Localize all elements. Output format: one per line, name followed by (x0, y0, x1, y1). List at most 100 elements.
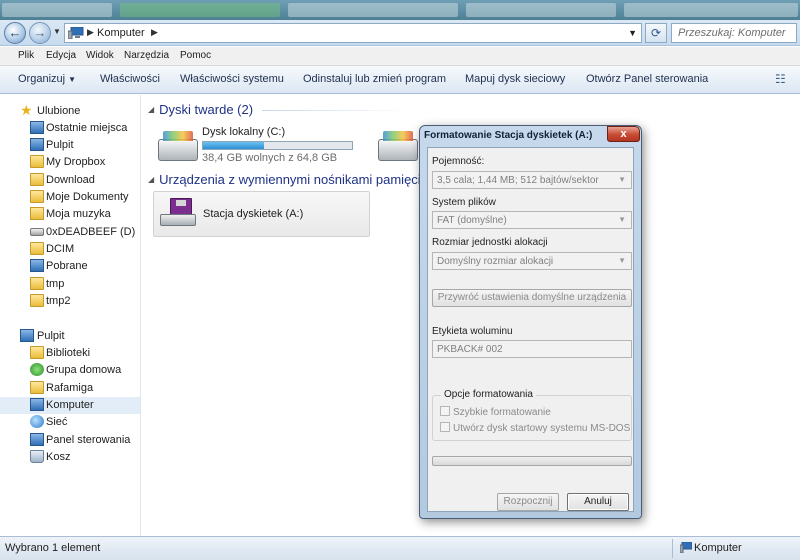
downloads-icon (30, 259, 44, 272)
filesystem-label: System plików (432, 197, 496, 208)
format-options-legend: Opcje formatowania (441, 389, 536, 400)
nav-tmp2[interactable]: tmp2 (0, 293, 140, 310)
nav-label: 0xDEADBEEF (D) (46, 226, 136, 238)
allocation-label: Rozmiar jednostki alokacji (432, 237, 548, 248)
nav-favorites[interactable]: ★ Ulubione (0, 103, 140, 120)
dropbox-folder-icon (30, 155, 44, 168)
nav-control-panel[interactable]: Panel sterowania (0, 432, 140, 449)
cancel-button[interactable]: Anuluj (567, 493, 629, 511)
group-divider (262, 110, 412, 111)
nav-homegroup[interactable]: Grupa domowa (0, 362, 140, 379)
breadcrumb-separator-icon[interactable]: ▶ (87, 27, 94, 38)
background-window-tab (2, 3, 112, 17)
nav-desktop-fav[interactable]: Pulpit (0, 137, 140, 154)
quick-format-checkbox[interactable]: Szybkie formatowanie (440, 406, 551, 418)
msdos-startup-checkbox[interactable]: Utwórz dysk startowy systemu MS-DOS (440, 422, 630, 434)
nav-label: Ostatnie miejsca (46, 122, 128, 134)
nav-label: Grupa domowa (46, 364, 122, 376)
nav-user-rafamiga[interactable]: Rafamiga (0, 380, 140, 397)
menu-tools[interactable]: Narzędzia (124, 50, 169, 61)
menu-bar: Plik Edycja Widok Narzędzia Pomoc (0, 47, 800, 66)
close-icon: x (620, 128, 627, 140)
nav-dcim[interactable]: DCIM (0, 241, 140, 258)
checkbox-label: Utwórz dysk startowy systemu MS-DOS (453, 423, 631, 434)
menu-help[interactable]: Pomoc (180, 50, 211, 61)
nav-my-music[interactable]: Moja muzyka (0, 206, 140, 223)
back-button[interactable]: ← (4, 22, 26, 44)
nav-desktop[interactable]: Pulpit (0, 328, 140, 345)
floppy-drive-a[interactable]: Stacja dyskietek (A:) (153, 191, 370, 237)
nav-label: tmp2 (46, 295, 71, 307)
address-bar[interactable]: ▶ Komputer ▶ ▼ (64, 23, 642, 43)
nav-drive-d[interactable]: 0xDEADBEEF (D) (0, 224, 140, 241)
background-window-tab (466, 3, 616, 17)
nav-label: DCIM (46, 243, 75, 255)
nav-download[interactable]: Download (0, 172, 140, 189)
drive-usage-fill (203, 142, 265, 149)
restore-defaults-button[interactable]: Przywróć ustawienia domyślne urządzenia (432, 289, 632, 307)
local-disk-c[interactable]: Dysk lokalny (C:) 38,4 GB wolnych z 64,8… (156, 123, 356, 167)
map-network-drive-button[interactable]: Mapuj dysk sieciowy (465, 73, 565, 85)
refresh-button[interactable]: ⟳ (645, 23, 667, 43)
checkbox-box (440, 406, 450, 416)
nav-recent-places[interactable]: Ostatnie miejsca (0, 120, 140, 137)
nav-tmp[interactable]: tmp (0, 276, 140, 293)
nav-label: Komputer (46, 399, 94, 411)
folder-icon (30, 242, 44, 255)
nav-recycle-bin[interactable]: Kosz (0, 449, 140, 466)
recent-places-icon (30, 121, 44, 134)
nav-label: Biblioteki (46, 347, 91, 359)
search-input[interactable]: Przeszukaj: Komputer (671, 23, 797, 43)
capacity-value: 3,5 cala; 1,44 MB; 512 bajtów/sektor (437, 175, 599, 186)
nav-computer[interactable]: Komputer (0, 397, 140, 414)
views-button[interactable]: ☷ (775, 72, 795, 88)
folder-icon (30, 277, 44, 290)
allocation-value: Domyślny rozmiar alokacji (437, 256, 554, 267)
nav-label: Pobrane (46, 260, 88, 272)
close-button[interactable]: x (607, 126, 640, 142)
open-control-panel-button[interactable]: Otwórz Panel sterowania (586, 73, 708, 85)
dialog-title: Formatowanie Stacja dyskietek (A:) (424, 130, 593, 141)
address-dropdown-icon[interactable]: ▼ (628, 28, 637, 38)
forward-button[interactable]: → (29, 22, 51, 44)
background-taskbar (0, 0, 800, 20)
dialog-body: Pojemność: 3,5 cala; 1,44 MB; 512 bajtów… (427, 147, 634, 512)
uninstall-program-button[interactable]: Odinstaluj lub zmień program (303, 73, 446, 85)
removable-group-header[interactable]: ◢ Urządzenia z wymiennymi nośnikami pamię… (148, 172, 429, 187)
group-title: Urządzenia z wymiennymi nośnikami pamięc… (159, 172, 429, 187)
menu-view[interactable]: Widok (86, 50, 114, 61)
history-dropdown[interactable]: ▼ (53, 27, 63, 39)
capacity-label: Pojemność: (432, 156, 485, 167)
nav-libraries[interactable]: Biblioteki (0, 345, 140, 362)
nav-network[interactable]: Sieć (0, 414, 140, 431)
capacity-select[interactable]: 3,5 cala; 1,44 MB; 512 bajtów/sektor ▼ (432, 171, 632, 189)
breadcrumb-separator-icon[interactable]: ▶ (151, 27, 158, 38)
breadcrumb-computer[interactable]: Komputer (97, 27, 145, 39)
collapse-triangle-icon: ◢ (148, 105, 155, 114)
system-properties-button[interactable]: Właściwości systemu (180, 73, 284, 85)
star-icon: ★ (20, 102, 33, 118)
status-bar: Wybrano 1 element Komputer (0, 536, 800, 560)
properties-button[interactable]: Właściwości (100, 73, 160, 85)
second-hard-disk[interactable] (376, 131, 418, 161)
folder-icon (30, 294, 44, 307)
organize-label: Organizuj (18, 73, 66, 85)
menu-edit[interactable]: Edycja (46, 50, 76, 61)
hard-disks-group-header[interactable]: ◢ Dyski twarde (2) (148, 102, 253, 117)
nav-label: Moje Dokumenty (46, 191, 129, 203)
allocation-select[interactable]: Domyślny rozmiar alokacji ▼ (432, 252, 632, 270)
nav-my-documents[interactable]: Moje Dokumenty (0, 189, 140, 206)
volume-label-input[interactable]: PKBACK# 002 (432, 340, 632, 358)
drive-icon (30, 228, 44, 236)
chevron-down-icon: ▼ (53, 27, 61, 36)
start-button[interactable]: Rozpocznij (497, 493, 559, 511)
checkbox-label: Szybkie formatowanie (453, 407, 551, 418)
nav-downloads[interactable]: Pobrane (0, 258, 140, 275)
nav-label: Sieć (46, 416, 68, 428)
background-window-tab (624, 3, 798, 17)
nav-my-dropbox[interactable]: My Dropbox (0, 154, 140, 171)
menu-file[interactable]: Plik (18, 50, 34, 61)
nav-label: tmp (46, 278, 65, 290)
organize-button[interactable]: Organizuj ▼ (18, 73, 76, 85)
filesystem-select[interactable]: FAT (domyślne) ▼ (432, 211, 632, 229)
